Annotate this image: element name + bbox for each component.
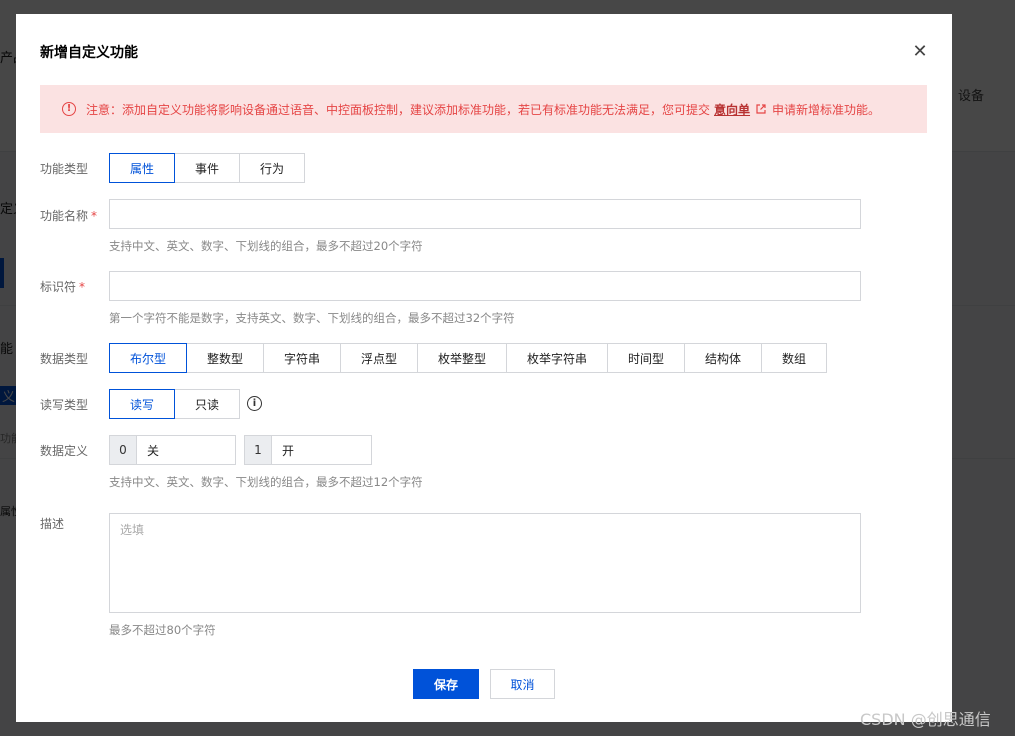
rw-type-option-read-only[interactable]: 只读 <box>174 389 240 419</box>
data-type-option-integer[interactable]: 整数型 <box>186 343 264 373</box>
data-type-label: 数据类型 <box>40 352 89 366</box>
description-label: 描述 <box>40 517 65 531</box>
data-type-selector: 布尔型 整数型 字符串 浮点型 枚举整型 枚举字符串 时间型 结构体 数组 <box>109 343 827 373</box>
watermark: CSDN @创思通信 <box>860 710 991 729</box>
dialog-title: 新增自定义功能 <box>40 45 138 61</box>
data-type-option-enum-int[interactable]: 枚举整型 <box>417 343 507 373</box>
warning-icon: ! <box>62 102 76 116</box>
enum-value-input[interactable]: 开 <box>272 436 371 464</box>
enum-key: 0 <box>110 436 137 464</box>
function-name-hint: 支持中文、英文、数字、下划线的组合，最多不超过20个字符 <box>109 239 423 253</box>
identifier-label: 标识符 * <box>40 280 86 294</box>
identifier-hint: 第一个字符不能是数字，支持英文、数字、下划线的组合，最多不超过32个字符 <box>109 311 515 325</box>
enum-key: 1 <box>245 436 272 464</box>
save-button[interactable]: 保存 <box>413 669 479 699</box>
data-type-option-array[interactable]: 数组 <box>761 343 827 373</box>
data-type-option-time[interactable]: 时间型 <box>607 343 685 373</box>
alert-text: 注意：添加自定义功能将影响设备通过语音、中控面板控制，建议添加标准功能，若已有标… <box>86 102 711 117</box>
close-icon[interactable]: ✕ <box>910 42 930 62</box>
cancel-button[interactable]: 取消 <box>490 669 555 699</box>
description-textarea[interactable]: 选填 <box>109 513 861 613</box>
function-type-option-property[interactable]: 属性 <box>109 153 175 183</box>
enum-item-0: 0 关 <box>109 435 236 465</box>
data-type-option-float[interactable]: 浮点型 <box>340 343 418 373</box>
rw-type-selector: 读写 只读 <box>109 389 240 419</box>
function-type-label: 功能类型 <box>40 162 89 176</box>
data-type-option-string[interactable]: 字符串 <box>263 343 341 373</box>
rw-type-label: 读写类型 <box>40 398 89 412</box>
enum-item-1: 1 开 <box>244 435 372 465</box>
function-name-input[interactable] <box>109 199 861 229</box>
alert-suffix: 申请新增标准功能。 <box>772 102 881 117</box>
data-type-option-enum-string[interactable]: 枚举字符串 <box>506 343 608 373</box>
identifier-input[interactable] <box>109 271 861 301</box>
enum-value-input[interactable]: 关 <box>137 436 235 464</box>
intention-form-link[interactable]: 意向单 <box>714 101 750 118</box>
data-type-option-struct[interactable]: 结构体 <box>684 343 762 373</box>
description-hint: 最多不超过80个字符 <box>109 623 216 637</box>
function-type-option-event[interactable]: 事件 <box>174 153 240 183</box>
data-def-hint: 支持中文、英文、数字、下划线的组合，最多不超过12个字符 <box>109 475 423 489</box>
rw-type-option-read-write[interactable]: 读写 <box>109 389 175 419</box>
add-custom-function-dialog: 新增自定义功能 ✕ ! 注意：添加自定义功能将影响设备通过语音、中控面板控制，建… <box>16 14 952 722</box>
function-name-label: 功能名称 * <box>40 209 98 223</box>
warning-alert: ! 注意：添加自定义功能将影响设备通过语音、中控面板控制，建议添加标准功能，若已… <box>40 85 927 133</box>
function-type-option-action[interactable]: 行为 <box>239 153 305 183</box>
data-def-label: 数据定义 <box>40 444 89 458</box>
function-type-selector: 属性 事件 行为 <box>109 153 305 183</box>
info-icon[interactable]: i <box>247 396 262 411</box>
data-type-option-boolean[interactable]: 布尔型 <box>109 343 187 373</box>
external-link-icon <box>756 104 766 114</box>
